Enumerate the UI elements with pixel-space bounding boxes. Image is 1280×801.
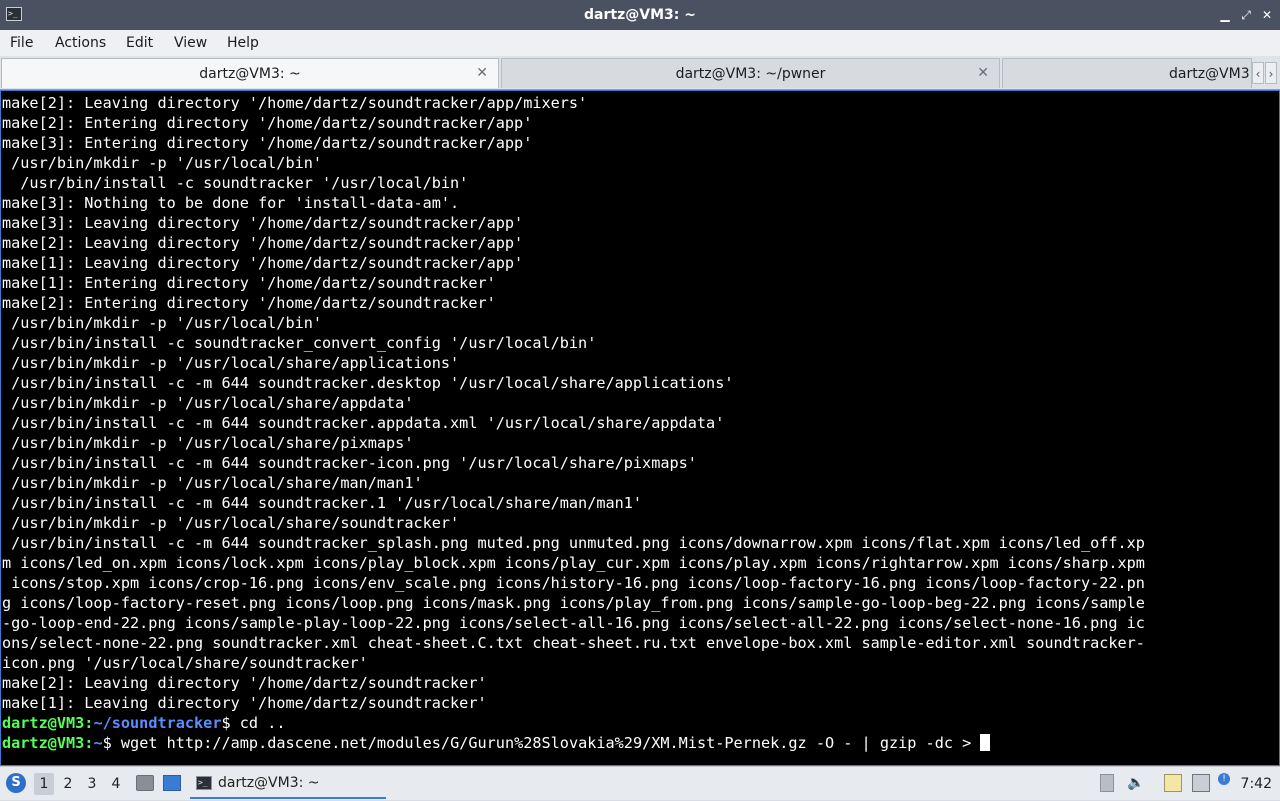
menu-file[interactable]: File xyxy=(10,30,33,56)
prompt-user: dartz@VM3 xyxy=(2,714,85,732)
tab-label: dartz@VM3: ~/pwner xyxy=(675,66,826,82)
workspace-1[interactable]: 1 xyxy=(34,773,54,795)
workspace-2[interactable]: 2 xyxy=(58,773,78,795)
tab-label: dartz@VM3 xyxy=(1169,66,1250,82)
trash-icon[interactable] xyxy=(1100,774,1114,792)
terminal-line: m icons/led_on.xpm icons/lock.xpm icons/… xyxy=(2,554,1145,572)
menu-edit[interactable]: Edit xyxy=(126,30,153,56)
terminal-line: make[2]: Leaving directory '/home/dartz/… xyxy=(2,94,588,112)
terminal-output: make[2]: Leaving directory '/home/dartz/… xyxy=(2,93,1279,753)
tab-label: dartz@VM3: ~ xyxy=(199,66,301,82)
terminal-cursor xyxy=(980,734,991,751)
workspace-3[interactable]: 3 xyxy=(82,773,102,795)
terminal-line: make[3]: Leaving directory '/home/dartz/… xyxy=(2,214,524,232)
volume-icon[interactable]: 🔈 xyxy=(1127,774,1144,792)
prompt-symbol: $ xyxy=(221,714,231,732)
terminal-line: make[1]: Entering directory '/home/dartz… xyxy=(2,274,496,292)
menu-help[interactable]: Help xyxy=(227,30,259,56)
tab-close-icon[interactable]: ✕ xyxy=(977,65,989,81)
terminal-line: /usr/bin/mkdir -p '/usr/local/share/man/… xyxy=(2,474,423,492)
terminal-line: /usr/bin/mkdir -p '/usr/local/share/pixm… xyxy=(2,434,414,452)
workspace-4[interactable]: 4 xyxy=(106,773,126,795)
terminal-line: make[3]: Nothing to be done for 'install… xyxy=(2,194,460,212)
terminal-line: make[1]: Leaving directory '/home/dartz/… xyxy=(2,694,487,712)
terminal-line: ons/select-none-22.png soundtracker.xml … xyxy=(2,634,1145,652)
terminal-line: icons/stop.xpm icons/crop-16.png icons/e… xyxy=(2,574,1145,592)
terminal-line: /usr/bin/mkdir -p '/usr/local/share/appl… xyxy=(2,354,460,372)
tab-bar: dartz@VM3: ~ ✕ dartz@VM3: ~/pwner ✕ dart… xyxy=(0,56,1280,90)
prompt-line: dartz@VM3:~$ wget http://amp.dascene.net… xyxy=(2,733,1279,753)
terminal-line: /usr/bin/install -c -m 644 soundtracker-… xyxy=(2,454,697,472)
terminal-line: make[2]: Leaving directory '/home/dartz/… xyxy=(2,234,524,252)
menu-bar: File Actions Edit View Help xyxy=(0,30,1280,56)
terminal-view[interactable]: make[2]: Leaving directory '/home/dartz/… xyxy=(0,90,1280,766)
prompt-path: ~/soundtracker xyxy=(93,714,222,732)
clock[interactable]: 7:42 xyxy=(1241,767,1272,801)
minimize-button[interactable]: ▁ xyxy=(1218,8,1232,22)
terminal-line: /usr/bin/install -c -m 644 soundtracker.… xyxy=(2,494,643,512)
terminal-line: make[3]: Entering directory '/home/dartz… xyxy=(2,134,533,152)
window-title: dartz@VM3: ~ xyxy=(584,7,696,23)
taskbar-task-label: dartz@VM3: ~ xyxy=(218,775,320,791)
terminal-line: make[2]: Entering directory '/home/dartz… xyxy=(2,294,496,312)
terminal-line: /usr/bin/mkdir -p '/usr/local/share/appd… xyxy=(2,394,414,412)
terminal-line: /usr/bin/install -c -m 644 soundtracker.… xyxy=(2,374,734,392)
tab-home[interactable]: dartz@VM3: ~ ✕ xyxy=(1,58,499,88)
file-manager-icon[interactable] xyxy=(136,775,154,791)
desktop-icon[interactable] xyxy=(163,775,181,791)
terminal-line: /usr/bin/mkdir -p '/usr/local/bin' xyxy=(2,314,323,332)
start-menu-icon[interactable]: S xyxy=(6,773,26,793)
terminal-line: make[1]: Leaving directory '/home/dartz/… xyxy=(2,254,524,272)
terminal-line: /usr/bin/install -c soundtracker_convert… xyxy=(2,334,597,352)
taskbar-terminal-button[interactable]: >_ dartz@VM3: ~ xyxy=(190,769,386,799)
network-icon[interactable] xyxy=(1192,774,1210,792)
tab-third[interactable]: dartz@VM3 xyxy=(1002,58,1252,88)
prompt-command: wget http://amp.dascene.net/modules/G/Gu… xyxy=(111,734,981,752)
clipboard-icon[interactable] xyxy=(1164,774,1182,792)
close-button[interactable]: ✕ xyxy=(1260,8,1274,22)
terminal-line: g icons/loop-factory-reset.png icons/loo… xyxy=(2,594,1145,612)
terminal-line: -go-loop-end-22.png icons/sample-play-lo… xyxy=(2,614,1145,632)
notification-icon[interactable]: ! xyxy=(1218,773,1230,785)
prompt-path: ~ xyxy=(93,734,103,752)
window-title-bar[interactable]: >_ dartz@VM3: ~ ▁ ⤢ ✕ xyxy=(0,0,1280,30)
terminal-line: icon.png '/usr/local/share/soundtracker' xyxy=(2,654,368,672)
terminal-icon: >_ xyxy=(196,776,212,790)
menu-actions[interactable]: Actions xyxy=(55,30,106,56)
terminal-line: /usr/bin/mkdir -p '/usr/local/bin' xyxy=(2,154,323,172)
terminal-line: /usr/bin/install -c -m 644 soundtracker_… xyxy=(2,534,1145,552)
taskbar: S 1 2 3 4 >_ dartz@VM3: ~ 🔈 ! 7:42 xyxy=(0,766,1280,800)
prompt-user: dartz@VM3 xyxy=(2,734,85,752)
terminal-line: /usr/bin/install -c -m 644 soundtracker.… xyxy=(2,414,725,432)
maximize-button[interactable]: ⤢ xyxy=(1239,8,1253,22)
terminal-line: /usr/bin/mkdir -p '/usr/local/share/soun… xyxy=(2,514,460,532)
tab-close-icon[interactable]: ✕ xyxy=(476,65,488,81)
tab-scroll-right-icon[interactable]: › xyxy=(1265,62,1277,84)
terminal-line: /usr/bin/install -c soundtracker '/usr/l… xyxy=(2,174,469,192)
tab-scroll-left-icon[interactable]: ‹ xyxy=(1252,62,1264,84)
prompt-command: cd .. xyxy=(230,714,286,732)
terminal-line: make[2]: Entering directory '/home/dartz… xyxy=(2,114,533,132)
terminal-line: make[2]: Leaving directory '/home/dartz/… xyxy=(2,674,487,692)
tab-pwner[interactable]: dartz@VM3: ~/pwner ✕ xyxy=(501,58,1000,88)
prompt-symbol: $ xyxy=(102,734,112,752)
prompt-line: dartz@VM3:~/soundtracker$ cd .. xyxy=(2,713,1279,733)
menu-view[interactable]: View xyxy=(174,30,207,56)
